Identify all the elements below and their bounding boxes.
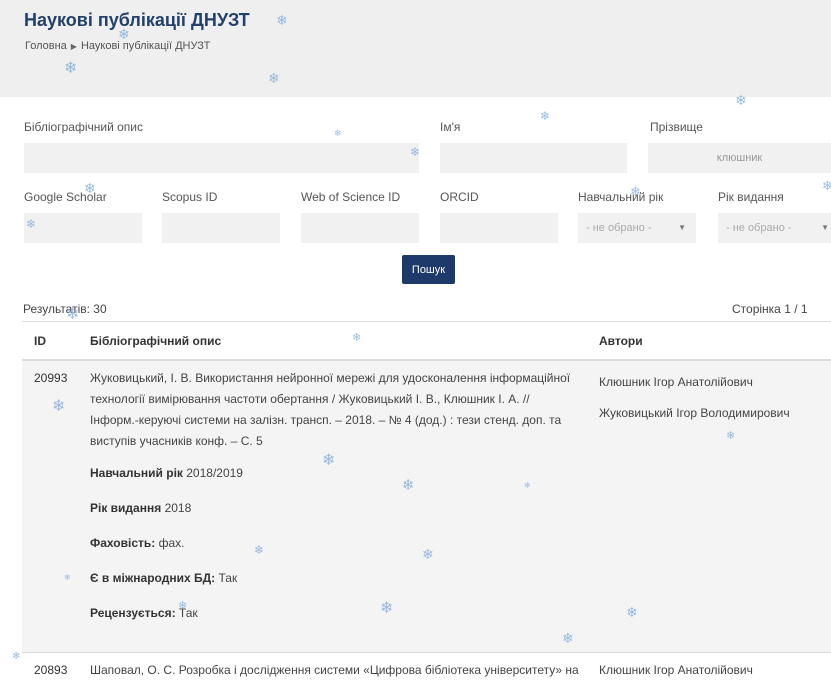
table-header: ID Бібліографічний опис Автори [22, 321, 831, 361]
snowflake-icon: ❄ [254, 543, 265, 557]
search-button[interactable]: Пошук [402, 255, 455, 284]
pub-year-field-value: 2018 [164, 501, 192, 515]
row-authors: Клюшник Ігор Анатолійович [599, 663, 829, 683]
pub-year-field: Рік видання 2018 [90, 501, 580, 515]
pub-year-select[interactable]: - не обрано - ▼ [718, 213, 831, 243]
scopus-input[interactable] [162, 213, 280, 243]
snowflake-icon: ❄ [268, 71, 280, 87]
description-text: Жуковицький, І. В. Використання нейронно… [90, 371, 571, 448]
snowflake-icon: ❄ [630, 185, 641, 200]
snowflake-icon: ❄ [524, 481, 531, 490]
snowflake-icon: ❄ [322, 450, 336, 469]
scopus-label: Scopus ID [162, 190, 218, 204]
page-indicator: Сторінка 1 / 1 [732, 302, 808, 316]
academic-year-label: Навчальний рік [578, 190, 664, 204]
chevron-down-icon: ▼ [678, 223, 686, 232]
reviewed-field: Рецензується: Так [90, 606, 580, 620]
academic-year-field-value: 2018/2019 [186, 466, 243, 480]
snowflake-icon: ❄ [118, 27, 130, 43]
snowflake-icon: ❄ [352, 331, 362, 344]
row-id: 20993 [34, 371, 68, 385]
bibliographic-input[interactable] [24, 143, 419, 173]
orcid-label: ORCID [440, 190, 479, 204]
pub-year-label: Рік видання [718, 190, 784, 204]
row-description: Шаповал, О. С. Розробка і дослідження си… [90, 663, 579, 677]
column-header-id: ID [34, 334, 46, 348]
column-header-description: Бібліографічний опис [90, 334, 222, 348]
wos-label: Web of Science ID [301, 190, 401, 204]
snowflake-icon: ❄ [422, 547, 434, 563]
snowflake-icon: ❄ [410, 145, 421, 159]
pub-year-value: - не обрано - [726, 222, 792, 234]
snowflake-icon: ❄ [735, 93, 747, 109]
snowflake-icon: ❄ [64, 58, 78, 77]
reviewed-field-label: Рецензується: [90, 606, 176, 620]
orcid-input[interactable] [440, 213, 558, 243]
intl-db-field-value: Так [218, 571, 238, 585]
snowflake-icon: ❄ [276, 13, 288, 29]
page-title: Наукові публікації ДНУЗТ [24, 10, 250, 30]
chevron-down-icon: ▼ [821, 223, 829, 232]
snowflake-icon: ❄ [66, 304, 80, 323]
bibliographic-label: Бібліографічний опис [24, 120, 143, 134]
snowflake-icon: ❄ [822, 179, 831, 194]
academic-year-value: - не обрано - [586, 222, 652, 234]
row-authors: Клюшник Ігор Анатолійович Жуковицький Іг… [599, 375, 829, 437]
academic-year-field: Навчальний рік 2018/2019 [90, 466, 580, 480]
snowflake-icon: ❄ [726, 429, 736, 442]
author-link[interactable]: Клюшник Ігор Анатолійович [599, 375, 829, 389]
snowflake-icon: ❄ [562, 631, 574, 647]
intl-db-field-label: Є в міжнародних БД: [90, 571, 216, 585]
snowflake-icon: ❄ [334, 129, 342, 139]
snowflake-icon: ❄ [52, 396, 66, 415]
breadcrumb-home-link[interactable]: Головна [25, 40, 67, 52]
table-row[interactable]: 20993 Жуковицький, І. В. Використання не… [22, 361, 831, 653]
page-header: Наукові публікації ДНУЗТ Головна ▶ Наукові… [0, 0, 831, 97]
author-link[interactable]: Клюшник Ігор Анатолійович [599, 663, 829, 677]
snowflake-icon: ❄ [64, 573, 71, 582]
row-description: Жуковицький, І. В. Використання нейронно… [90, 368, 580, 620]
specialty-field-value: фах. [158, 536, 185, 550]
table-row[interactable]: 20893 Шаповал, О. С. Розробка і дослідже… [22, 653, 831, 683]
first-name-label: Ім'я [440, 120, 461, 134]
breadcrumb-separator-icon: ▶ [70, 42, 77, 51]
column-header-authors: Автори [599, 334, 643, 348]
snowflake-icon: ❄ [402, 476, 415, 494]
snowflake-icon: ❄ [540, 109, 551, 123]
snowflake-icon: ❄ [626, 605, 638, 621]
first-name-input[interactable] [440, 143, 627, 173]
breadcrumb-current: Наукові публікації ДНУЗТ [80, 40, 211, 52]
snowflake-icon: ❄ [26, 217, 37, 231]
specialty-field: Фаховість: фах. [90, 536, 580, 550]
google-scholar-input[interactable] [24, 213, 142, 243]
row-id: 20893 [34, 663, 68, 677]
last-name-label: Прізвище [650, 120, 703, 134]
specialty-field-label: Фаховість: [90, 536, 156, 550]
last-name-input[interactable] [648, 143, 831, 173]
academic-year-select[interactable]: - не обрано - ▼ [578, 213, 696, 243]
results-count: Результатів: 30 [23, 302, 107, 316]
snowflake-icon: ❄ [84, 181, 96, 197]
snowflake-icon: ❄ [178, 599, 188, 612]
author-link[interactable]: Жуковицький Ігор Володимирович [599, 406, 829, 420]
academic-year-field-label: Навчальний рік [90, 466, 183, 480]
wos-input[interactable] [301, 213, 419, 243]
snowflake-icon: ❄ [380, 598, 394, 617]
snowflake-icon: ❄ [12, 651, 21, 662]
intl-db-field: Є в міжнародних БД: Так [90, 571, 580, 585]
pub-year-field-label: Рік видання [90, 501, 162, 515]
